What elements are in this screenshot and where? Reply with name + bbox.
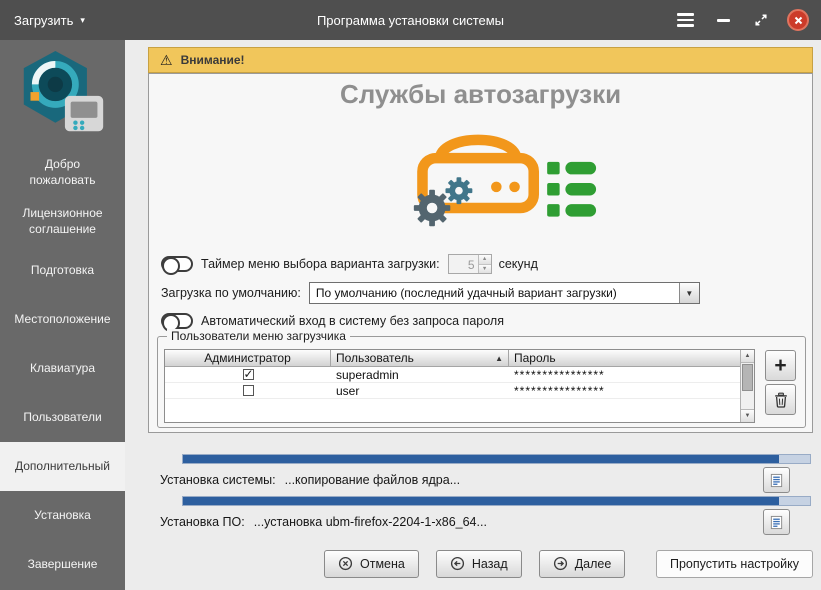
system-progress-row: Установка системы: ...копирование файлов… <box>160 467 813 493</box>
autologin-toggle[interactable] <box>161 313 193 329</box>
minimize-button[interactable] <box>711 8 735 32</box>
column-header-password[interactable]: Пароль <box>509 350 740 367</box>
autostart-services-icon <box>149 112 812 232</box>
app-logo-icon <box>0 40 125 148</box>
software-log-button[interactable] <box>763 509 790 535</box>
scroll-up-button[interactable]: ▲ <box>741 350 754 363</box>
sidebar-item[interactable]: Подготовка <box>0 246 125 295</box>
sidebar-item[interactable]: Завершение <box>0 540 125 589</box>
system-log-button[interactable] <box>763 467 790 493</box>
timer-unit: секунд <box>499 257 538 271</box>
users-table-body: superadmin****************user**********… <box>165 367 740 399</box>
timer-toggle[interactable] <box>161 256 193 272</box>
sort-asc-icon: ▲ <box>495 354 503 363</box>
sidebar-item[interactable]: Установка <box>0 491 125 540</box>
cancel-button[interactable]: Отмена <box>324 550 419 578</box>
timer-spinbox[interactable]: 5 ▲ ▼ <box>448 254 492 274</box>
skip-settings-button[interactable]: Пропустить настройку <box>656 550 813 578</box>
maximize-button[interactable] <box>749 8 773 32</box>
user-row[interactable]: user**************** <box>165 383 740 399</box>
maximize-icon <box>754 13 768 27</box>
default-boot-select[interactable]: По умолчанию (последний удачный вариант … <box>309 282 700 304</box>
sidebar: Добро пожаловатьЛицензионное соглашениеП… <box>0 40 125 590</box>
main-content: ⚠ Внимание! Службы автозагрузки <box>125 40 821 590</box>
autologin-row: Автоматический вход в систему без запрос… <box>161 313 504 329</box>
column-header-admin[interactable]: Администратор <box>165 350 331 367</box>
app-menu-button[interactable] <box>673 8 697 32</box>
installer-window: Загрузить ▾ Программа установки системы <box>0 0 821 590</box>
footer-buttons: Отмена Назад Далее Пропустить настройку <box>148 549 813 578</box>
boot-menu-label: Загрузить <box>14 13 73 28</box>
warning-icon: ⚠ <box>160 53 173 67</box>
default-boot-label: Загрузка по умолчанию: <box>161 286 301 300</box>
admin-checkbox[interactable] <box>243 385 254 396</box>
users-table: Администратор Пользователь ▲ Пароль supe… <box>164 349 755 423</box>
software-progress-row: Установка ПО: ...установка ubm-firefox-2… <box>160 509 813 535</box>
system-progress-label: Установка системы: <box>160 473 276 487</box>
log-icon <box>769 473 784 488</box>
page-title: Службы автозагрузки <box>149 79 812 110</box>
scroll-down-button[interactable]: ▼ <box>741 409 754 422</box>
autologin-label: Автоматический вход в систему без запрос… <box>201 314 504 328</box>
add-user-button[interactable]: + <box>765 350 796 381</box>
admin-checkbox[interactable] <box>243 369 254 380</box>
sidebar-item[interactable]: Местоположение <box>0 295 125 344</box>
log-icon <box>769 515 784 530</box>
system-progress-status: ...копирование файлов ядра... <box>285 473 461 487</box>
minimize-icon <box>717 19 730 22</box>
trash-icon <box>773 392 789 408</box>
close-button[interactable] <box>787 9 809 31</box>
default-boot-row: Загрузка по умолчанию: По умолчанию (пос… <box>161 282 700 304</box>
next-button[interactable]: Далее <box>539 550 626 578</box>
arrow-left-icon <box>450 556 465 571</box>
boot-users-groupbox: Пользователи меню загрузчика Администрат… <box>157 336 806 428</box>
plus-icon: + <box>774 354 786 378</box>
sidebar-item[interactable]: Пользователи <box>0 393 125 442</box>
timer-value: 5 <box>449 255 478 273</box>
progress-section: Установка системы: ...копирование файлов… <box>148 444 813 544</box>
table-scrollbar[interactable]: ▲ ▼ <box>740 350 754 422</box>
close-icon <box>794 16 803 25</box>
sidebar-item[interactable]: Клавиатура <box>0 344 125 393</box>
settings-panel: Службы автозагрузки <box>148 73 813 433</box>
sidebar-item[interactable]: Добро пожаловать <box>0 148 125 197</box>
arrow-right-icon <box>553 556 568 571</box>
caret-down-icon: ▾ <box>80 14 85 26</box>
user-cell: superadmin <box>331 368 509 382</box>
software-progress-label: Установка ПО: <box>160 515 245 529</box>
titlebar: Загрузить ▾ Программа установки системы <box>0 0 821 40</box>
window-controls <box>673 8 821 32</box>
warning-banner: ⚠ Внимание! <box>148 47 813 73</box>
user-cell: user <box>331 384 509 398</box>
software-progress-status: ...установка ubm-firefox-2204-1-x86_64..… <box>254 515 487 529</box>
warning-text: Внимание! <box>181 53 245 67</box>
spin-up-button[interactable]: ▲ <box>479 255 491 265</box>
software-progress-bar <box>182 496 811 506</box>
timer-label: Таймер меню выбора варианта загрузки: <box>201 257 440 271</box>
chevron-down-icon: ▼ <box>685 289 693 298</box>
timer-row: Таймер меню выбора варианта загрузки: 5 … <box>161 254 538 274</box>
column-header-user[interactable]: Пользователь ▲ <box>331 350 509 367</box>
default-boot-value: По умолчанию (последний удачный вариант … <box>310 286 679 300</box>
hamburger-icon <box>677 13 694 27</box>
sidebar-item[interactable]: Дополнительный <box>0 442 125 491</box>
combo-arrow-button[interactable]: ▼ <box>679 283 699 303</box>
boot-users-legend: Пользователи меню загрузчика <box>167 329 350 343</box>
scrollbar-thumb[interactable] <box>742 364 753 391</box>
spin-down-button[interactable]: ▼ <box>479 265 491 274</box>
back-button[interactable]: Назад <box>436 550 522 578</box>
users-table-header: Администратор Пользователь ▲ Пароль <box>165 350 740 367</box>
boot-menu-button[interactable]: Загрузить ▾ <box>0 0 99 40</box>
system-progress-bar <box>182 454 811 464</box>
password-cell: **************** <box>509 384 740 398</box>
sidebar-item[interactable]: Лицензионное соглашение <box>0 197 125 246</box>
user-row[interactable]: superadmin**************** <box>165 367 740 383</box>
sidebar-nav: Добро пожаловатьЛицензионное соглашениеП… <box>0 148 125 589</box>
delete-user-button[interactable] <box>765 384 796 415</box>
password-cell: **************** <box>509 368 740 382</box>
cancel-icon <box>338 556 353 571</box>
